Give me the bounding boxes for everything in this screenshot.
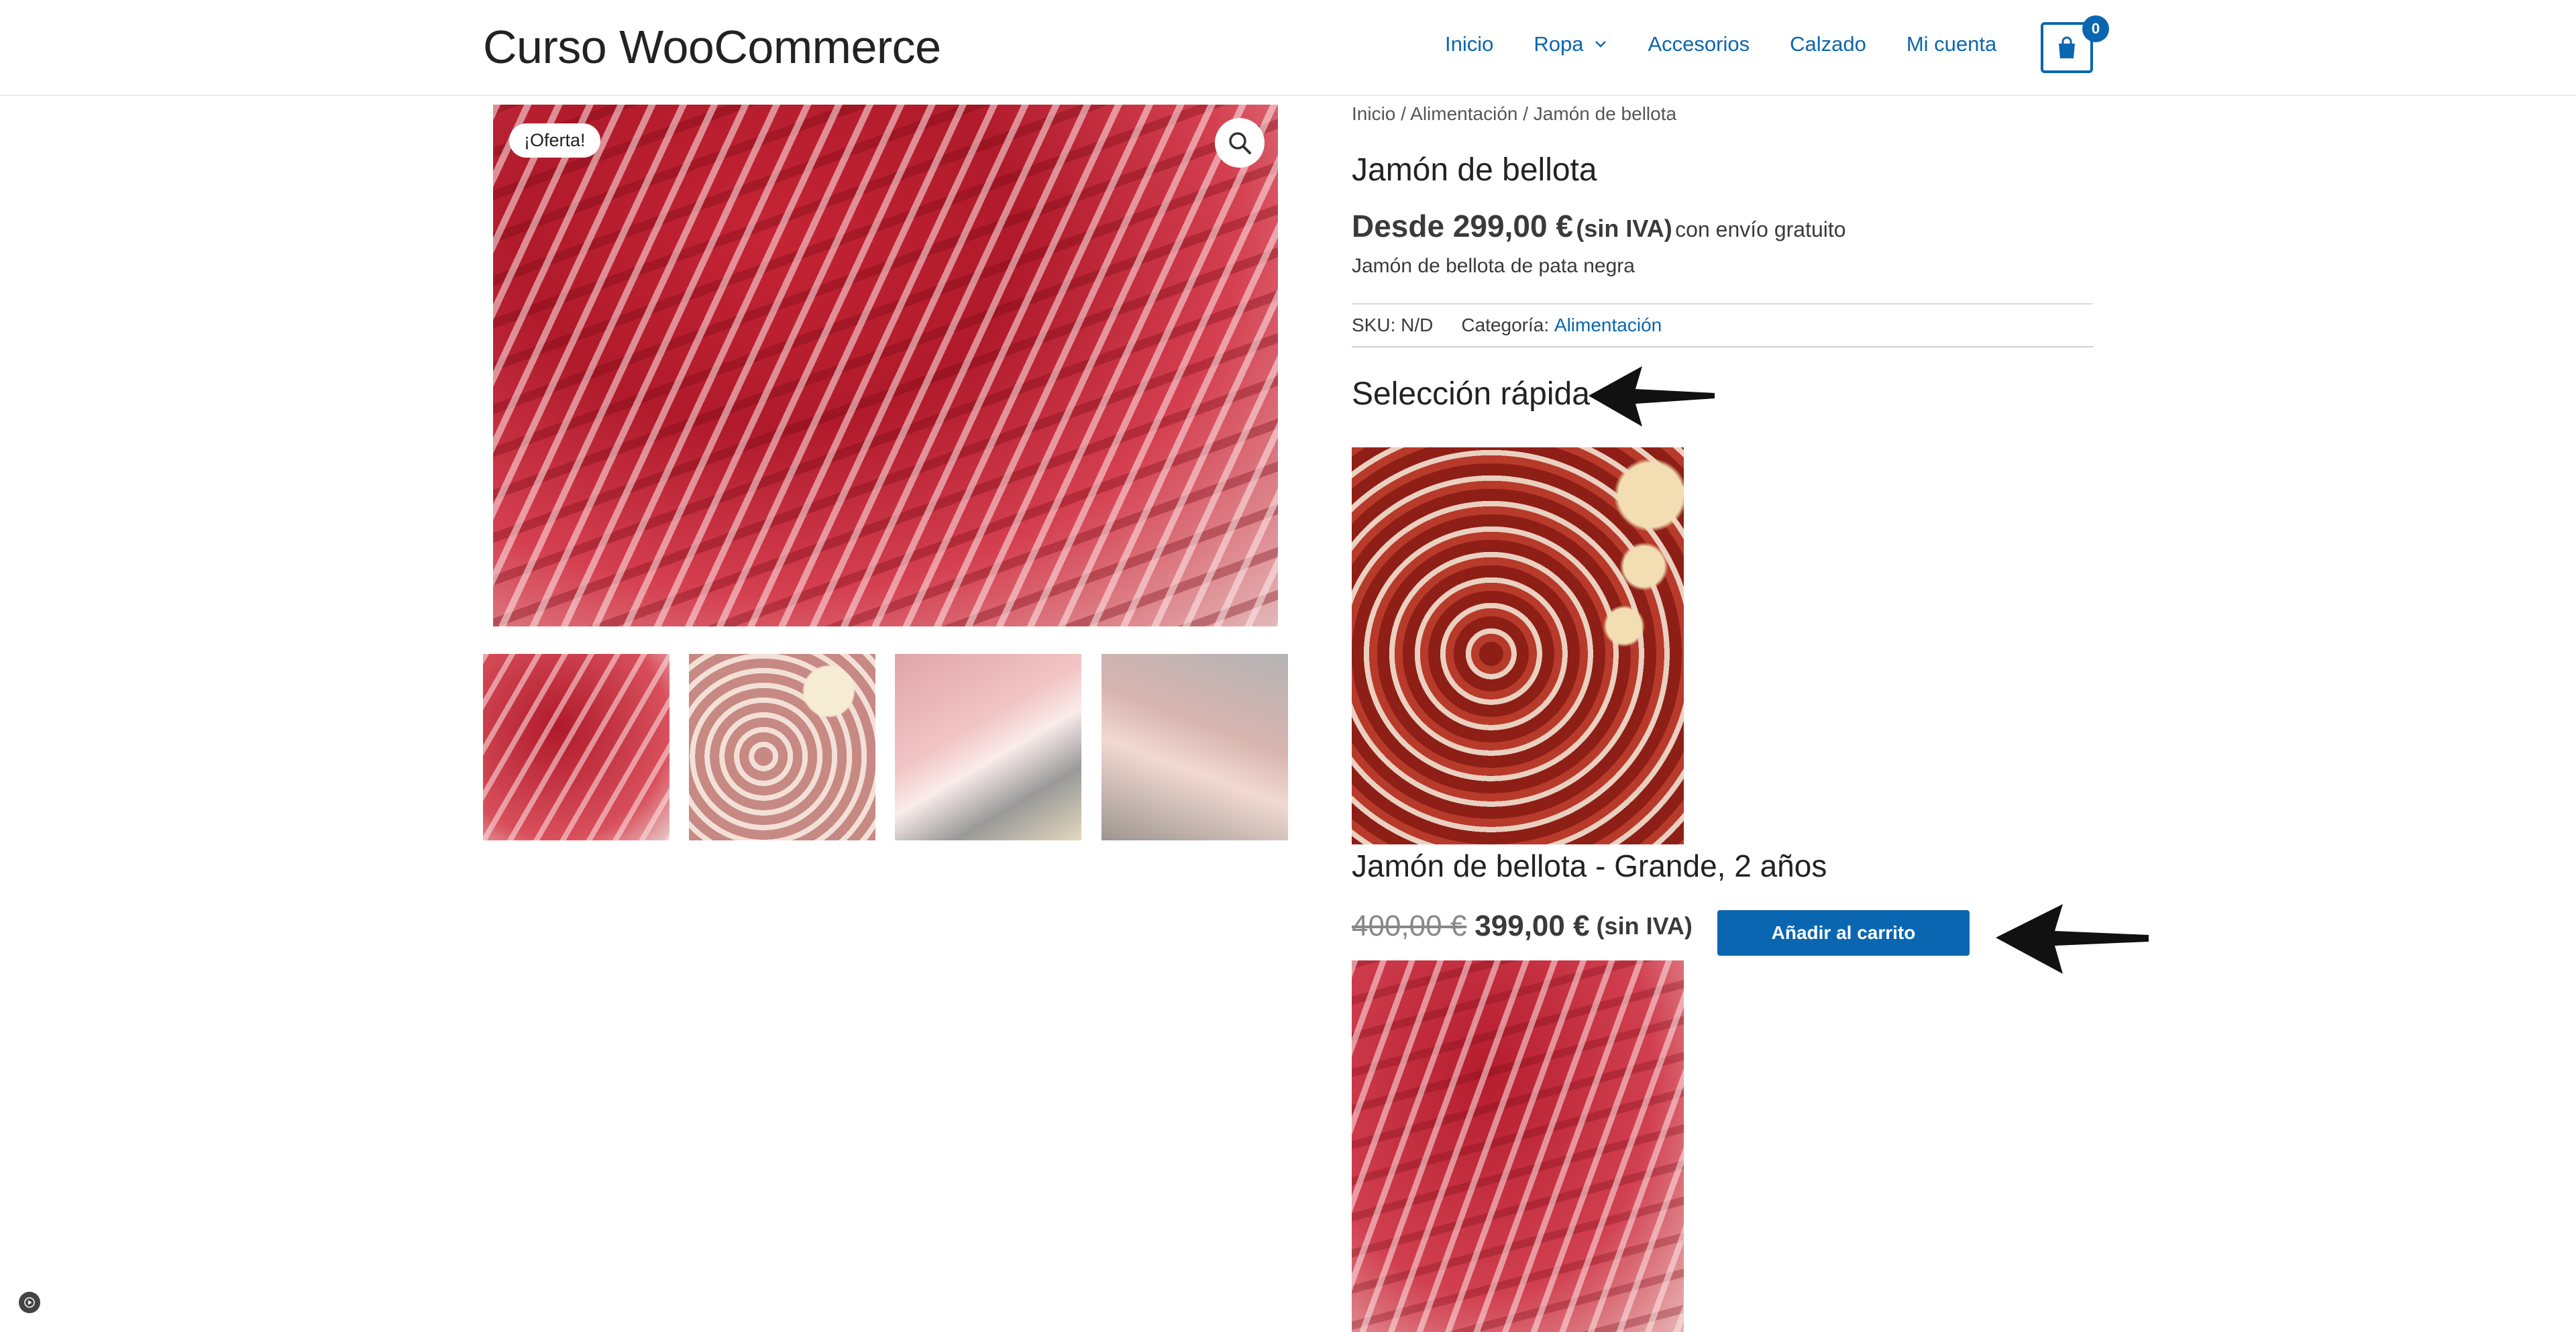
cart-button[interactable]: 0 <box>2041 15 2109 73</box>
sale-price: 399,00 € <box>1474 909 1590 942</box>
thumbnail-1[interactable] <box>483 654 669 840</box>
breadcrumb[interactable]: Inicio / Alimentación / Jamón de bellota <box>1352 103 1676 125</box>
add-to-cart-button[interactable]: Añadir al carrito <box>1717 910 1970 956</box>
site-header: Curso WooCommerce Inicio Ropa Accesorios… <box>0 0 2576 96</box>
play-triangle-icon <box>24 1297 35 1308</box>
quick-selection-title: Selección rápida <box>1352 376 1590 412</box>
nav-item-mi-cuenta[interactable]: Mi cuenta <box>1907 32 1996 56</box>
thumbnail-3[interactable] <box>895 654 1081 840</box>
category-label: Categoría: <box>1461 315 1550 335</box>
nav-item-label: Ropa <box>1534 32 1584 56</box>
shipping-note: con envío gratuito <box>1675 217 1846 241</box>
category-link[interactable]: Alimentación <box>1554 315 1662 336</box>
cart-count-badge: 0 <box>2082 15 2109 42</box>
variation-price: 400,00 € 399,00 € (sin IVA) <box>1352 909 1693 943</box>
play-icon[interactable] <box>19 1292 40 1313</box>
annotation-arrow-icon <box>1589 366 1715 427</box>
magnifier-icon <box>1229 132 1251 154</box>
chevron-down-icon <box>1595 41 1607 48</box>
zoom-button[interactable] <box>1215 118 1265 168</box>
variation-image-2[interactable] <box>1352 960 1684 1332</box>
nav-item-label: Inicio <box>1445 32 1494 56</box>
sku-value: N/D <box>1401 315 1434 335</box>
variation-image[interactable] <box>1352 447 1684 844</box>
product-price: Desde 299,00 € (sin IVA) con envío gratu… <box>1352 208 1846 244</box>
price-tax-note: (sin IVA) <box>1576 215 1672 242</box>
product-main-image[interactable]: ¡Oferta! <box>493 105 1278 626</box>
thumbnail-4[interactable] <box>1102 654 1288 840</box>
product-meta: SKU: N/D Categoría: Alimentación <box>1352 303 2093 347</box>
nav-item-ropa[interactable]: Ropa <box>1534 32 1607 56</box>
nav-item-label: Accesorios <box>1648 32 1750 56</box>
short-description: Jamón de bellota de pata negra <box>1352 255 1635 277</box>
nav-item-accesorios[interactable]: Accesorios <box>1648 32 1750 56</box>
thumbnail-2[interactable] <box>689 654 875 840</box>
price-tax-note: (sin IVA) <box>1596 912 1693 940</box>
variation-name: Jamón de bellota - Grande, 2 años <box>1352 848 1827 883</box>
product-title: Jamón de bellota <box>1352 152 1597 188</box>
nav-item-calzado[interactable]: Calzado <box>1790 32 1866 56</box>
nav-item-inicio[interactable]: Inicio <box>1445 32 1493 56</box>
ham-photo <box>493 105 1278 626</box>
old-price: 400,00 € <box>1352 909 1467 942</box>
site-title[interactable]: Curso WooCommerce <box>483 20 941 74</box>
price-from: Desde 299,00 € <box>1352 209 1573 243</box>
shopping-bag-icon <box>2059 36 2075 58</box>
nav-item-label: Mi cuenta <box>1906 32 1997 56</box>
nav-item-label: Calzado <box>1790 32 1866 56</box>
main-navigation: Inicio Ropa Accesorios Calzado Mi cuenta <box>1445 32 2037 56</box>
annotation-arrow-icon <box>1996 904 2149 974</box>
sale-badge: ¡Oferta! <box>509 123 600 158</box>
sku-label: SKU: <box>1352 315 1396 335</box>
